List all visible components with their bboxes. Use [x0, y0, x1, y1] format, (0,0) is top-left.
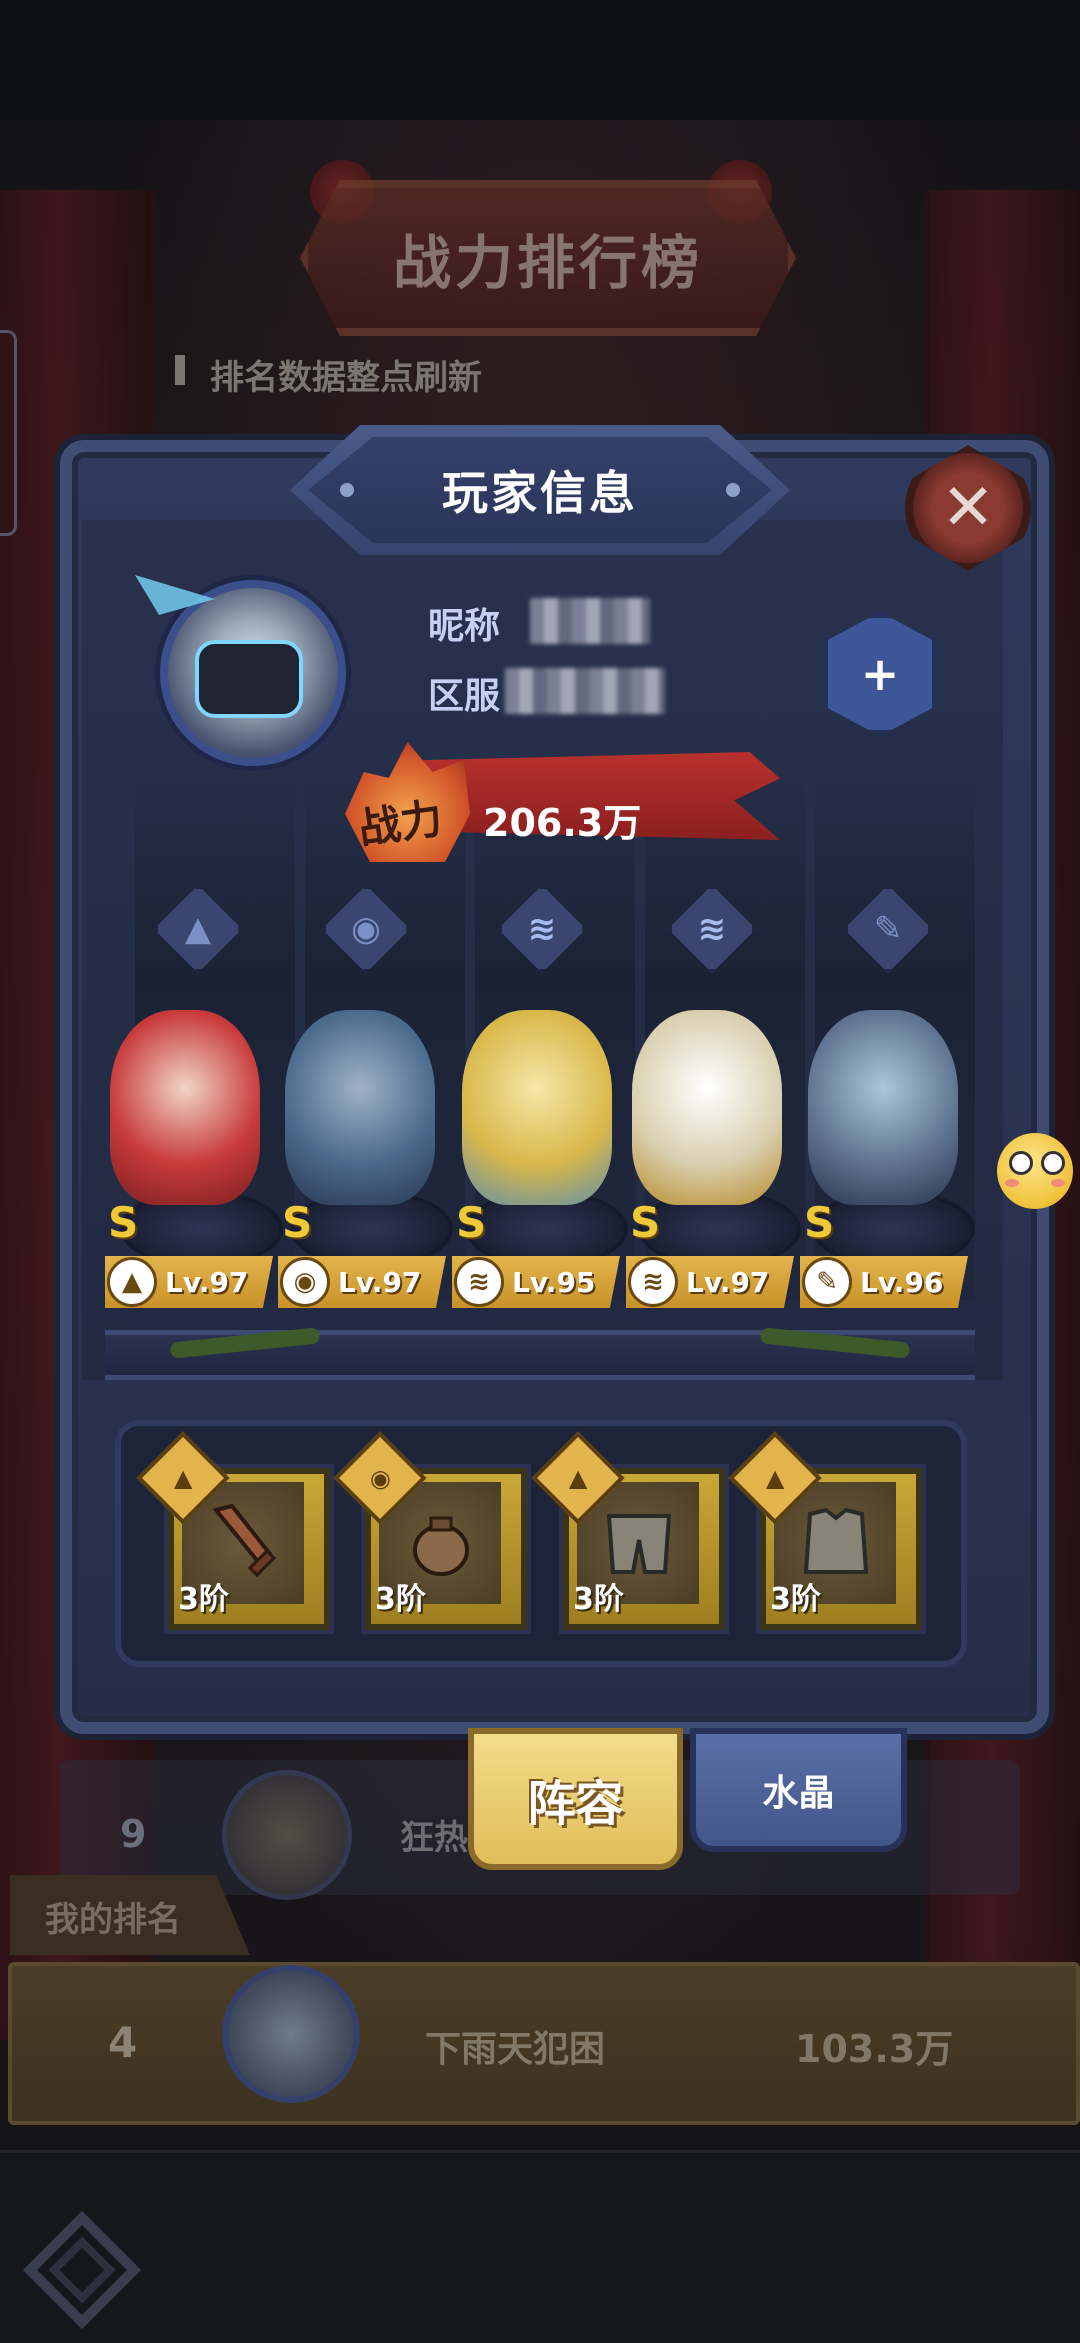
robot-helmet-icon	[195, 640, 303, 718]
close-icon: ✕	[941, 471, 995, 545]
banner-rivet-icon	[726, 483, 740, 497]
avatar	[222, 1770, 352, 1900]
notice-icon	[175, 355, 185, 385]
my-rank-player-name: 下雨天犯困	[425, 2029, 606, 2070]
tab-crystal-label: 水晶	[762, 1773, 835, 1814]
wooden-sword-icon	[212, 1503, 277, 1578]
my-rank-label: 我的排名	[45, 1900, 181, 1940]
nickname-label: 昵称	[428, 606, 501, 647]
banner-rivet-icon	[340, 483, 354, 497]
pouch-icon	[413, 1516, 469, 1576]
hero-figure-4[interactable]	[632, 1010, 782, 1205]
tab-lineup-label: 阵容	[527, 1776, 624, 1832]
my-rank-number: 4	[108, 2018, 138, 2067]
equipment-tier: 3阶	[770, 1582, 821, 1617]
hero-rank-badge: S	[108, 1198, 139, 1247]
hero-rank-badge: S	[630, 1198, 661, 1247]
my-rank-power: 103.3万	[795, 2027, 954, 2071]
game-logo-icon[interactable]	[22, 2210, 142, 2330]
power-badge: 战力	[355, 793, 446, 854]
wing-icon: ≋	[628, 1257, 678, 1307]
hero-level: Lv.97	[686, 1265, 770, 1299]
mage-hat-icon: ▲	[173, 1464, 193, 1492]
hero-level: Lv.95	[512, 1265, 596, 1299]
refresh-note: 排名数据整点刷新	[210, 358, 482, 398]
bottom-bar	[0, 2150, 1080, 2343]
row-rank: 9	[120, 1812, 147, 1856]
hero-figure-5[interactable]	[808, 1010, 958, 1205]
status-area	[0, 0, 1080, 120]
avatar	[222, 1965, 360, 2103]
leather-pants-icon	[606, 1514, 672, 1574]
hero-level-tag: ✎ Lv.96	[800, 1256, 968, 1308]
hero-figure-1[interactable]	[110, 1010, 260, 1205]
hero-rank-badge: S	[456, 1198, 487, 1247]
hero-level-tag: ▲ Lv.97	[105, 1256, 273, 1308]
leaderboard-title-plaque: 战力排行榜	[300, 180, 796, 336]
hero-level-tag: ≋ Lv.97	[626, 1256, 794, 1308]
hero-level: Lv.96	[860, 1265, 944, 1299]
hero-figure-3[interactable]	[462, 1010, 612, 1205]
side-handle	[0, 330, 17, 536]
mage-hat-icon: ▲	[107, 1257, 157, 1307]
hero-rank-badge: S	[282, 1198, 313, 1247]
hero-level: Lv.97	[165, 1265, 249, 1299]
wrench-icon: ✎	[802, 1257, 852, 1307]
row-player-name: 狂热	[400, 1818, 468, 1858]
beast-claw-icon: ◉	[280, 1257, 330, 1307]
hero-level-tag: ≋ Lv.95	[452, 1256, 620, 1308]
hero-level-tag: ◉ Lv.97	[278, 1256, 446, 1308]
mage-hat-icon: ▲	[568, 1464, 588, 1492]
add-friend-icon: +	[860, 647, 900, 701]
hero-level: Lv.97	[338, 1265, 422, 1299]
modal-title: 玩家信息	[442, 466, 638, 520]
modal-header: 玩家信息	[308, 437, 772, 543]
tab-crystal[interactable]: 水晶	[690, 1728, 907, 1852]
hero-rank-badge: S	[804, 1198, 835, 1247]
floating-assistant-icon[interactable]	[997, 1133, 1073, 1209]
equipment-tier: 3阶	[375, 1582, 426, 1617]
leaderboard-title: 战力排行榜	[392, 229, 703, 297]
server-label: 区服	[428, 676, 501, 717]
beast-claw-icon: ◉	[369, 1463, 391, 1492]
equipment-tier: 3阶	[178, 1582, 229, 1617]
hero-figure-2[interactable]	[285, 1010, 435, 1205]
mage-hat-icon: ▲	[765, 1464, 785, 1492]
equipment-tier: 3阶	[573, 1582, 624, 1617]
tab-lineup[interactable]: 阵容	[468, 1728, 683, 1870]
wing-icon: ≋	[454, 1257, 504, 1307]
leather-armor-icon	[803, 1507, 869, 1574]
power-value: 206.3万	[483, 801, 642, 845]
